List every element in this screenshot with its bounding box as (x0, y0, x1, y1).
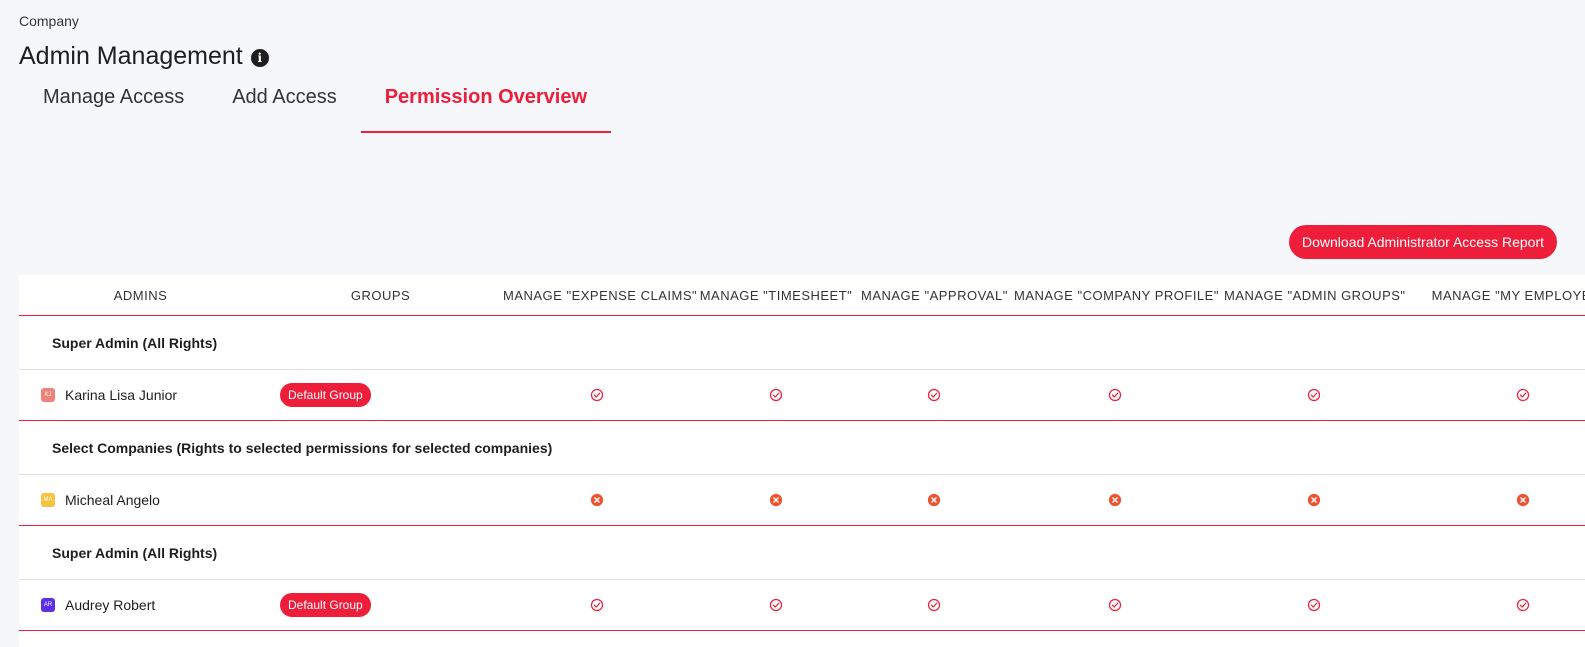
column-header-groups: GROUPS (262, 275, 499, 316)
permission-cell (499, 579, 695, 631)
check-circle-icon (927, 596, 941, 613)
group-cell: Default Group (262, 369, 499, 421)
x-circle-icon (590, 491, 604, 508)
permission-cell (1010, 369, 1220, 421)
permission-cell (499, 369, 695, 421)
tab-add-access[interactable]: Add Access (208, 80, 361, 133)
permission-cell (857, 474, 1010, 526)
permission-cell (1220, 369, 1407, 421)
admin-name: Micheal Angelo (65, 492, 160, 508)
avatar: KJ (41, 388, 55, 402)
section-header-row: Select Companies (Rights to selected per… (19, 420, 1585, 475)
check-circle-icon (1307, 386, 1321, 403)
tab-bar: Manage Access Add Access Permission Over… (19, 80, 612, 133)
x-circle-icon (1108, 491, 1122, 508)
column-header-timesheet: MANAGE "TIMESHEET" (695, 275, 857, 316)
table-row[interactable]: AR Audrey Robert Default Group (19, 579, 1585, 631)
admin-cell: MA Micheal Angelo (19, 474, 262, 526)
section-header-row: Super Admin (All Rights) (19, 315, 1585, 370)
column-header-my-employees: MANAGE "MY EMPLOYEES" (1407, 275, 1585, 316)
title-row: Admin Management i (19, 42, 269, 71)
permission-cell (695, 369, 857, 421)
permission-cell (1407, 369, 1585, 421)
group-cell (262, 474, 499, 526)
tab-manage-access[interactable]: Manage Access (19, 80, 208, 133)
table-header-row: ADMINS GROUPS MANAGE "EXPENSE CLAIMS" MA… (19, 275, 1585, 316)
tab-permission-overview[interactable]: Permission Overview (360, 80, 612, 133)
permission-cell (857, 369, 1010, 421)
table-row[interactable]: MA Micheal Angelo (19, 474, 1585, 526)
permission-cell (695, 474, 857, 526)
group-cell: Default Group (262, 579, 499, 631)
admin-cell: AR Audrey Robert (19, 579, 262, 631)
permission-cell (1220, 474, 1407, 526)
admin-name: Audrey Robert (65, 597, 156, 613)
group-badge: Default Group (280, 383, 371, 407)
column-header-admins: ADMINS (19, 275, 262, 316)
permission-cell (499, 474, 695, 526)
check-circle-icon (769, 386, 783, 403)
check-circle-icon (1108, 386, 1122, 403)
column-header-expense-claims: MANAGE "EXPENSE CLAIMS" (499, 275, 697, 316)
check-circle-icon (1307, 596, 1321, 613)
download-report-button[interactable]: Download Administrator Access Report (1289, 225, 1557, 259)
column-header-company-profile: MANAGE "COMPANY PROFILE" (1010, 275, 1220, 316)
permission-cell (1220, 579, 1407, 631)
section-label: Super Admin (All Rights) (19, 315, 1585, 370)
check-circle-icon (590, 596, 604, 613)
permission-cell (1407, 579, 1585, 631)
x-circle-icon (1307, 491, 1321, 508)
check-circle-icon (1108, 596, 1122, 613)
info-icon[interactable]: i (250, 48, 269, 67)
check-circle-icon (1516, 386, 1530, 403)
x-circle-icon (769, 491, 783, 508)
section-header-row: Super Admin (All Rights) (19, 525, 1585, 580)
group-badge: Default Group (280, 593, 371, 617)
permission-cell (1407, 474, 1585, 526)
table-row[interactable]: KJ Karina Lisa Junior Default Group (19, 369, 1585, 421)
column-header-approval: MANAGE "APPROVAL" (857, 275, 1010, 316)
page-title: Admin Management (19, 42, 243, 70)
check-circle-icon (927, 386, 941, 403)
x-circle-icon (1516, 491, 1530, 508)
permission-cell (1010, 474, 1220, 526)
permission-cell (1010, 579, 1220, 631)
x-circle-icon (927, 491, 941, 508)
permission-table: ADMINS GROUPS MANAGE "EXPENSE CLAIMS" MA… (19, 275, 1585, 647)
check-circle-icon (1516, 596, 1530, 613)
breadcrumb: Company (19, 13, 79, 29)
check-circle-icon (769, 596, 783, 613)
section-label: Select Companies (Rights to selected per… (19, 420, 1585, 475)
admin-name: Karina Lisa Junior (65, 387, 178, 403)
admin-cell: KJ Karina Lisa Junior (19, 369, 262, 421)
avatar: AR (41, 598, 55, 612)
permission-cell (857, 579, 1010, 631)
avatar: MA (41, 493, 55, 507)
check-circle-icon (590, 386, 604, 403)
section-label: Super Admin (All Rights) (19, 525, 1585, 580)
permission-cell (695, 579, 857, 631)
column-header-admin-groups: MANAGE "ADMIN GROUPS" (1220, 275, 1407, 316)
